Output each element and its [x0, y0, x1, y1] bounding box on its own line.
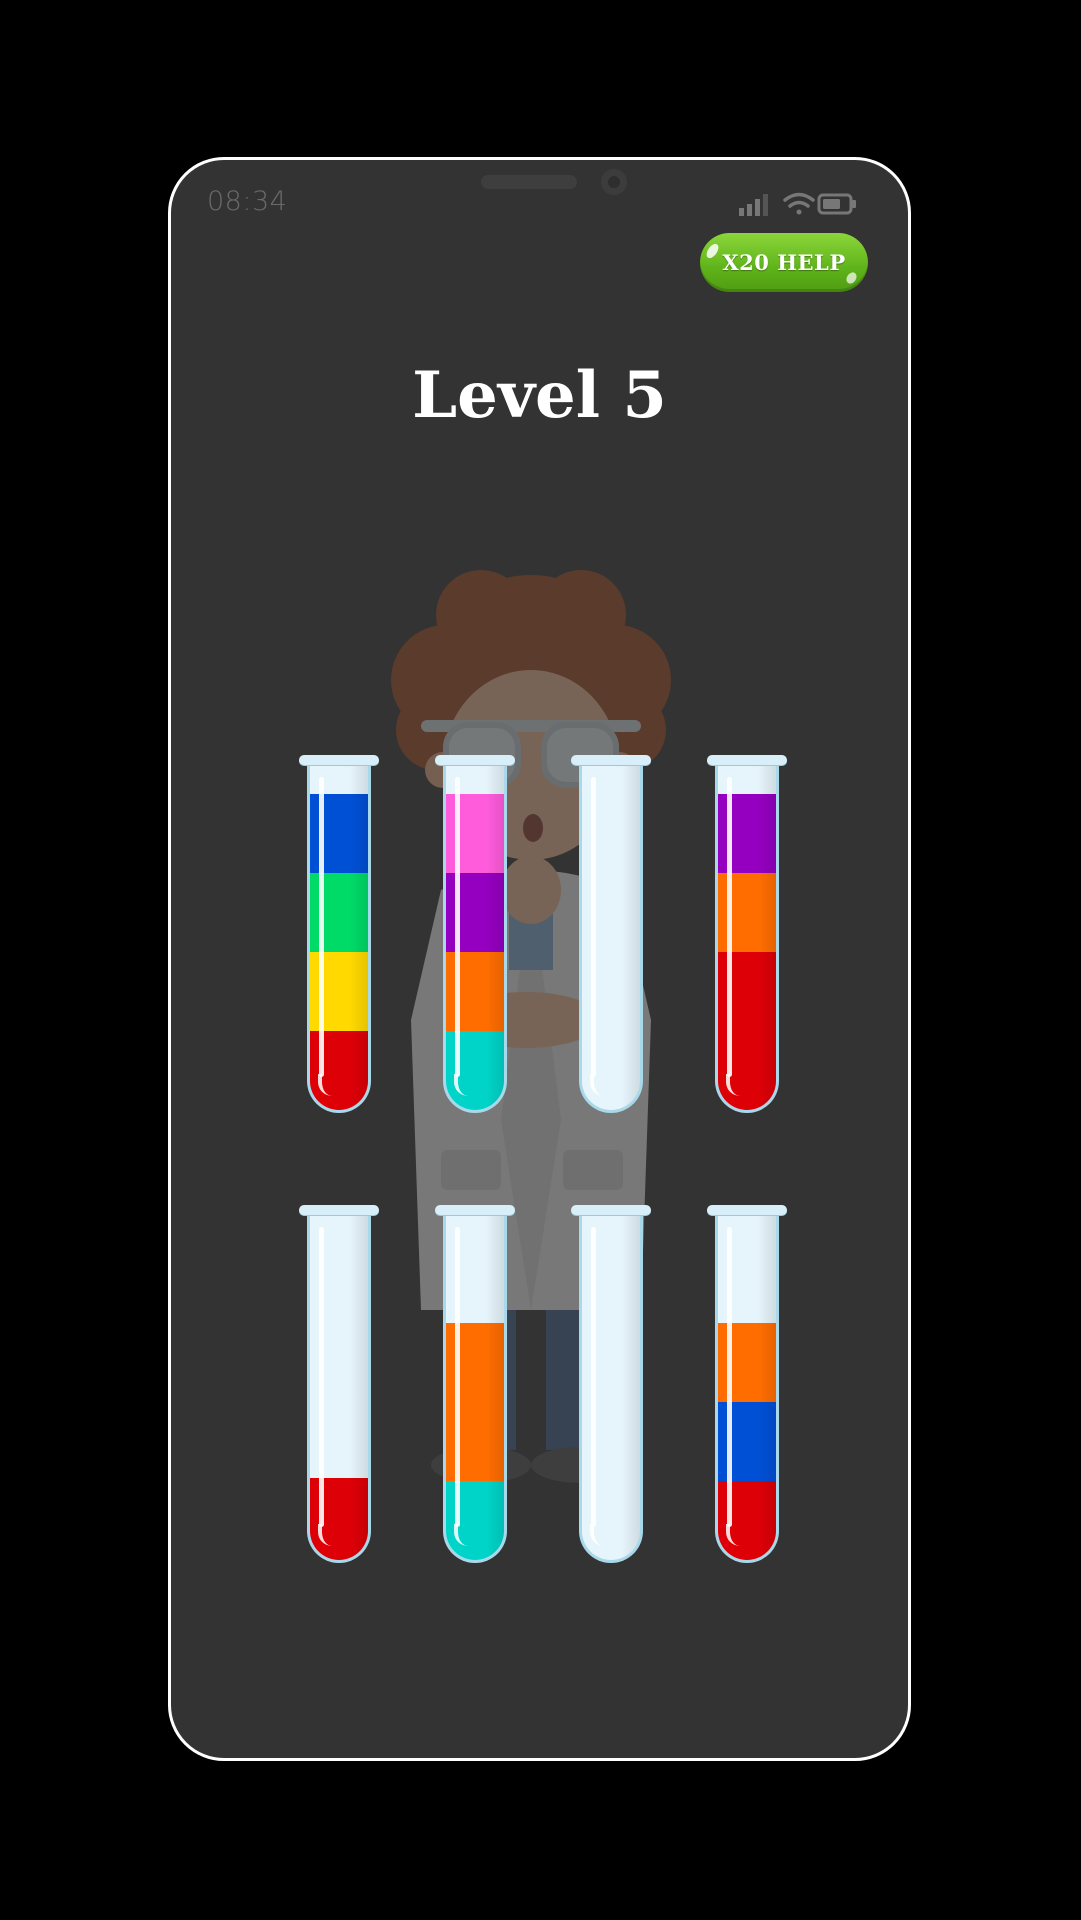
phone-frame: 08:34 X20 HELP Level 5: [168, 157, 911, 1761]
tube-body: [443, 1213, 507, 1563]
tube-body: [307, 763, 371, 1113]
test-tube[interactable]: [435, 755, 515, 1115]
tube-rim: [299, 755, 379, 765]
tube-shade: [622, 1213, 640, 1560]
status-icons: [739, 192, 856, 216]
tube-rim: [571, 755, 651, 765]
test-tube[interactable]: [435, 1205, 515, 1565]
tube-shade: [486, 1213, 504, 1560]
tube-shade: [758, 1213, 776, 1560]
tube-rim: [571, 1205, 651, 1215]
tube-body: [443, 763, 507, 1113]
tube-shade: [350, 1213, 368, 1560]
scientist-icon: [391, 570, 671, 1483]
button-shine: [844, 270, 859, 286]
test-tube[interactable]: [707, 1205, 787, 1565]
speaker-grille: [481, 175, 577, 189]
tube-shade: [486, 763, 504, 1110]
tube-shade: [758, 763, 776, 1110]
tube-glint: [727, 777, 732, 1077]
tube-glint: [319, 1227, 324, 1527]
tube-rim: [707, 755, 787, 765]
tube-bottom-shine: [590, 1524, 608, 1546]
wifi-icon: [783, 192, 815, 215]
tube-body: [579, 763, 643, 1113]
help-button-label: X20 HELP: [722, 250, 846, 275]
tube-rim: [707, 1205, 787, 1215]
tube-shade: [350, 763, 368, 1110]
test-tube[interactable]: [571, 1205, 651, 1565]
tube-body: [715, 1213, 779, 1563]
help-button[interactable]: X20 HELP: [700, 233, 868, 292]
tube-rim: [299, 1205, 379, 1215]
tube-glint: [319, 777, 324, 1077]
test-tube[interactable]: [707, 755, 787, 1115]
tube-bottom-shine: [590, 1074, 608, 1096]
level-title: Level 5: [412, 358, 667, 433]
tube-glint: [591, 777, 596, 1077]
status-time: 08:34: [207, 186, 288, 217]
test-tube[interactable]: [571, 755, 651, 1115]
tube-body: [579, 1213, 643, 1563]
tube-glint: [727, 1227, 732, 1527]
tube-rim: [435, 1205, 515, 1215]
tube-glint: [591, 1227, 596, 1527]
test-tube[interactable]: [299, 1205, 379, 1565]
tube-body: [715, 763, 779, 1113]
tube-rim: [435, 755, 515, 765]
front-camera: [601, 169, 627, 195]
tube-glint: [455, 1227, 460, 1527]
battery-icon: [817, 193, 856, 215]
signal-icon: [739, 194, 768, 216]
test-tube[interactable]: [299, 755, 379, 1115]
tube-shade: [622, 763, 640, 1110]
tube-body: [307, 1213, 371, 1563]
tube-glint: [455, 777, 460, 1077]
button-shine: [704, 241, 721, 261]
